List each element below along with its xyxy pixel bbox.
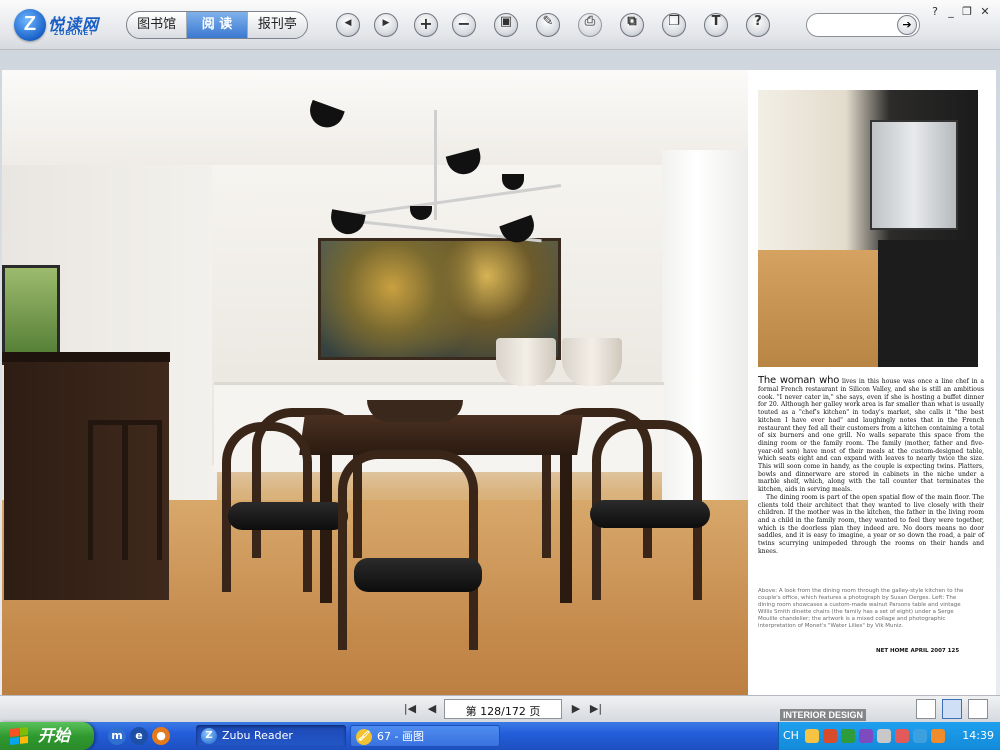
- photo-bar-stool: [122, 420, 162, 560]
- system-tray: CH 14:39: [778, 722, 1000, 750]
- left-arrow-icon: ◀: [344, 18, 352, 28]
- task-label: Zubu Reader: [222, 729, 293, 742]
- plus-icon: +: [419, 14, 433, 33]
- tab-read[interactable]: 阅 读: [187, 12, 248, 38]
- kitchen-photo-counter: [878, 240, 978, 367]
- text-icon: T: [711, 14, 721, 29]
- help-icon: ?: [754, 14, 762, 29]
- single-page-view-icon[interactable]: [916, 699, 936, 719]
- right-arrow-icon: ▶: [382, 18, 390, 28]
- photo-vase: [496, 338, 556, 386]
- tray-app-icon[interactable]: [913, 729, 927, 743]
- first-page-button[interactable]: |◀: [402, 702, 418, 716]
- zoom-out-button[interactable]: −: [452, 13, 476, 37]
- photo-chair-seat: [354, 558, 482, 592]
- photo-chair-seat: [590, 500, 710, 528]
- article-body-2: The dining room is part of the open spat…: [758, 493, 984, 555]
- windows-flag-icon: [10, 727, 28, 745]
- photo-ceiling: [2, 70, 748, 165]
- photo-vase: [562, 338, 622, 386]
- magazine-page-left: [2, 70, 748, 722]
- kitchen-photo-fridge: [870, 120, 958, 230]
- page-number-input[interactable]: [445, 702, 561, 720]
- article-lead: The woman who: [758, 375, 840, 386]
- next-page-small-button[interactable]: ▶: [568, 702, 584, 716]
- tray-app-icon[interactable]: [931, 729, 945, 743]
- photo-island-top: [2, 352, 170, 362]
- tray-volume-icon[interactable]: [877, 729, 891, 743]
- page-number-box: [444, 699, 562, 720]
- prev-page-button[interactable]: ◀: [336, 13, 360, 37]
- tab-newsstand[interactable]: 报刊亭: [248, 12, 307, 38]
- search-box: ➔: [806, 13, 920, 37]
- paint-icon: 🖌: [356, 729, 372, 745]
- tray-network-icon[interactable]: [841, 729, 855, 743]
- kitchen-photo: [758, 90, 978, 367]
- tray-security-icon[interactable]: [895, 729, 909, 743]
- article-body: lives in this house was once a line chef…: [758, 378, 984, 494]
- search-input[interactable]: [815, 14, 901, 37]
- zoom-in-button[interactable]: +: [414, 13, 438, 37]
- windows-taskbar: 开始 m e ● Z Zubu Reader 🖌 67 - 画图 CH 14:3…: [0, 722, 1000, 750]
- copy-button[interactable]: ❐: [662, 13, 686, 37]
- help-button[interactable]: ?: [746, 13, 770, 37]
- page-navigator: |◀ ◀ ▶ ▶| INTERIOR DESIGN: [0, 695, 1000, 722]
- bookmark-button[interactable]: ▣: [494, 13, 518, 37]
- tray-app-icon[interactable]: [823, 729, 837, 743]
- mode-tabs: 图书馆 阅 读 报刊亭: [126, 11, 308, 39]
- start-label: 开始: [38, 726, 71, 745]
- double-page-view-icon[interactable]: [942, 699, 962, 719]
- article-text: The woman who lives in this house was on…: [758, 375, 984, 555]
- reading-view: The woman who lives in this house was on…: [0, 50, 1000, 722]
- prev-page-small-button[interactable]: ◀: [424, 702, 440, 716]
- help-small-icon[interactable]: ?: [928, 6, 942, 18]
- task-zubu-reader[interactable]: Z Zubu Reader: [196, 725, 346, 747]
- photo-window: [2, 265, 60, 365]
- text-button[interactable]: T: [704, 13, 728, 37]
- tray-app-icon[interactable]: [859, 729, 873, 743]
- magazine-page-right: The woman who lives in this house was on…: [748, 70, 996, 722]
- photo-chair-seat: [228, 502, 348, 530]
- quicklaunch-m-icon[interactable]: m: [108, 727, 126, 745]
- photo-bowl: [367, 400, 463, 422]
- page-folio: NET HOME APRIL 2007 125: [876, 648, 960, 654]
- task-paint[interactable]: 🖌 67 - 画图: [350, 725, 500, 747]
- logo-subtext: ZUBUNET: [54, 30, 95, 37]
- quicklaunch-firefox-icon[interactable]: ●: [152, 727, 170, 745]
- minus-icon: −: [457, 14, 471, 33]
- last-page-button[interactable]: ▶|: [588, 702, 604, 716]
- zubu-icon: Z: [201, 728, 217, 744]
- tab-library[interactable]: 图书馆: [127, 12, 188, 38]
- next-page-button[interactable]: ▶: [374, 13, 398, 37]
- app-logo: Z 悦读网 ZUBUNET: [14, 9, 106, 41]
- continuous-view-icon[interactable]: [968, 699, 988, 719]
- photo-table-leg: [560, 453, 572, 603]
- book-icon: ▣: [499, 14, 513, 29]
- photo-chair: [338, 450, 478, 650]
- printer-icon: ⎙: [584, 14, 596, 29]
- photo-caption: Above: A look from the dining room throu…: [758, 588, 964, 629]
- annotate-button[interactable]: ✎: [536, 13, 560, 37]
- watermark-text: INTERIOR DESIGN: [780, 709, 867, 721]
- main-toolbar: Z 悦读网 ZUBUNET 图书馆 阅 读 报刊亭 ◀ ▶ + − ▣ ✎ ⎙ …: [0, 0, 1000, 50]
- restore-button[interactable]: ❐: [960, 6, 974, 18]
- quicklaunch-ie-icon[interactable]: e: [130, 727, 148, 745]
- pen-icon: ✎: [542, 14, 554, 29]
- clock: 14:39: [962, 729, 994, 742]
- minimize-button[interactable]: _: [944, 6, 958, 18]
- search-go-button[interactable]: ➔: [897, 15, 917, 35]
- tray-help-icon[interactable]: [805, 729, 819, 743]
- print-button[interactable]: ⎙: [578, 13, 602, 37]
- fit-page-button[interactable]: ⧉: [620, 13, 644, 37]
- copy-icon: ❐: [668, 14, 680, 29]
- fit-icon: ⧉: [627, 14, 637, 29]
- logo-mark: Z: [14, 9, 46, 41]
- task-label: 67 - 画图: [377, 730, 424, 743]
- language-indicator[interactable]: CH: [783, 722, 799, 750]
- chandelier-stem: [434, 110, 437, 220]
- start-button[interactable]: 开始: [0, 722, 94, 750]
- close-button[interactable]: ✕: [978, 6, 992, 18]
